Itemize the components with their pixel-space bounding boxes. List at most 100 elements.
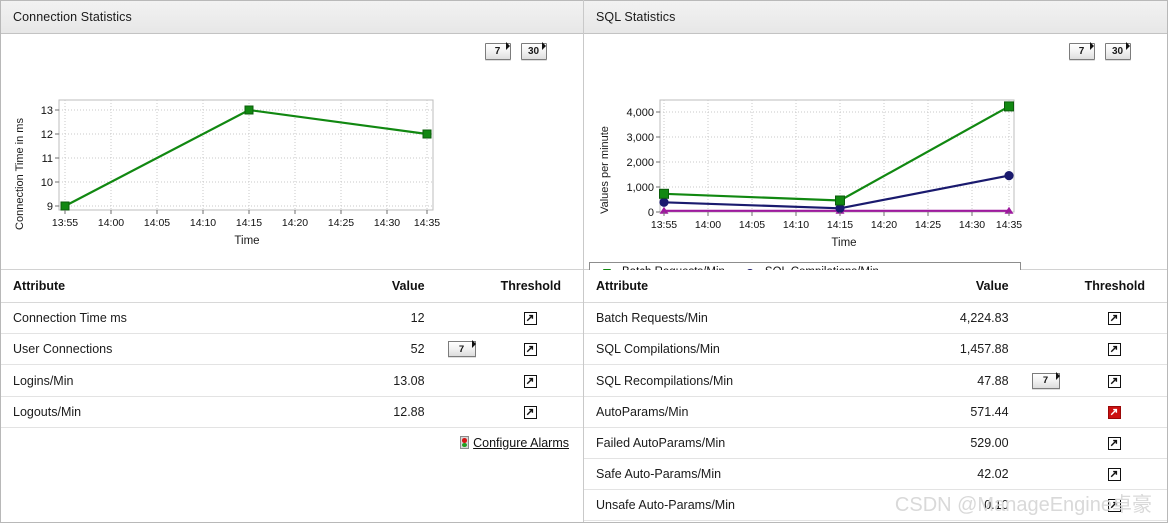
range-button-label: 7	[1079, 46, 1085, 57]
cell-attribute: Unsafe Auto-Params/Min	[584, 490, 897, 521]
range-button-7-days-connection[interactable]: 7	[485, 43, 511, 60]
header-threshold: Threshold	[1073, 270, 1167, 303]
panel-header-sql-statistics: SQL Statistics	[584, 0, 1167, 34]
cell-history-button	[435, 303, 489, 334]
x-tick-4: 14:15	[236, 217, 262, 229]
header-attribute: Attribute	[584, 270, 897, 303]
traffic-light-icon	[460, 436, 469, 449]
header-value: Value	[303, 270, 434, 303]
cell-threshold	[1073, 303, 1167, 334]
cell-history-button	[1019, 490, 1073, 521]
cell-threshold	[489, 365, 583, 396]
threshold-arrow-icon[interactable]	[524, 406, 537, 419]
cell-history-button	[1019, 427, 1073, 458]
cell-history-button	[435, 365, 489, 396]
threshold-arrow-icon[interactable]	[1108, 343, 1121, 356]
configure-alarms-row: Configure Alarms	[1, 427, 583, 458]
configure-alarms-cell: Configure Alarms	[1, 427, 583, 458]
table-row: Connection Time ms 12	[1, 303, 583, 334]
cell-attribute: Logins/Min	[1, 365, 303, 396]
cell-threshold	[489, 334, 583, 365]
range-button-30-days-sql[interactable]: 30	[1105, 43, 1131, 60]
expand-corner-icon	[541, 41, 548, 49]
x-tick-5: 14:20	[871, 219, 897, 231]
expand-corner-icon	[1089, 41, 1096, 49]
expand-corner-icon	[505, 41, 512, 49]
panel-container: Connection Statistics 7 30 Connection Ti…	[0, 0, 1168, 523]
cell-attribute: Batch Requests/Min	[584, 303, 897, 334]
y-axis-label: Connection Time in ms	[14, 118, 26, 230]
header-button-spacer	[435, 270, 489, 303]
row-range-button-7-days[interactable]: 7	[1032, 373, 1060, 389]
panel-header-connection-statistics: Connection Statistics	[1, 0, 583, 34]
configure-alarms-link[interactable]: Configure Alarms	[473, 436, 569, 450]
range-button-label: 7	[495, 46, 501, 57]
threshold-arrow-icon[interactable]	[524, 375, 537, 388]
panel-title: SQL Statistics	[596, 10, 675, 24]
chart-sql-statistics: 7 30 Values per minute	[584, 34, 1167, 270]
x-tick-5: 14:20	[282, 217, 308, 229]
cell-threshold	[1073, 365, 1167, 396]
header-button-spacer	[1019, 270, 1073, 303]
cell-threshold	[1073, 427, 1167, 458]
cell-threshold	[1073, 334, 1167, 365]
cell-attribute: SQL Recompilations/Min	[584, 365, 897, 396]
cell-value: 571.44	[897, 396, 1019, 427]
x-tick-3: 14:10	[783, 219, 809, 231]
threshold-arrow-icon[interactable]	[1108, 499, 1121, 512]
cell-history-button	[1019, 459, 1073, 490]
table-connection-statistics-wrap: Attribute Value Threshold Connection Tim…	[1, 270, 583, 523]
cell-threshold	[489, 396, 583, 427]
panel-title: Connection Statistics	[13, 10, 132, 24]
cell-attribute: Failed AutoParams/Min	[584, 427, 897, 458]
table-row: Batch Requests/Min 4,224.83	[584, 303, 1167, 334]
cell-value: 42.02	[897, 459, 1019, 490]
x-tick-2: 14:05	[144, 217, 170, 229]
cell-attribute: SQL Compilations/Min	[584, 334, 897, 365]
y-tick-10: 10	[41, 177, 53, 189]
cell-history-button: 7	[1019, 365, 1073, 396]
range-buttons-connection: 7 30	[485, 43, 547, 60]
row-range-button-label: 7	[1043, 375, 1048, 386]
x-tick-1: 14:00	[695, 219, 721, 231]
cell-value: 529.00	[897, 427, 1019, 458]
x-tick-2: 14:05	[739, 219, 765, 231]
expand-corner-icon	[1125, 41, 1132, 49]
threshold-arrow-icon[interactable]	[524, 343, 537, 356]
x-axis-label: Time	[831, 237, 856, 249]
cell-value: 47.88	[897, 365, 1019, 396]
range-button-30-days-connection[interactable]: 30	[521, 43, 547, 60]
table-connection-statistics: Attribute Value Threshold Connection Tim…	[1, 270, 583, 458]
x-tick-7: 14:30	[959, 219, 985, 231]
range-button-7-days-sql[interactable]: 7	[1069, 43, 1095, 60]
threshold-arrow-icon[interactable]	[1108, 375, 1121, 388]
row-range-button-label: 7	[459, 344, 464, 355]
threshold-arrow-icon[interactable]	[1108, 312, 1121, 325]
threshold-arrow-icon[interactable]	[524, 312, 537, 325]
x-tick-8: 14:35	[996, 219, 1022, 231]
header-threshold: Threshold	[489, 270, 583, 303]
cell-value: 1,457.88	[897, 334, 1019, 365]
y-tick-3000: 3,000	[626, 132, 654, 144]
table-sql-statistics: Attribute Value Threshold Batch Requests…	[584, 270, 1167, 523]
x-tick-0: 13:55	[52, 217, 78, 229]
cell-value: 12	[303, 303, 434, 334]
cell-attribute: Safe Auto-Params/Min	[584, 459, 897, 490]
cell-history-button	[1019, 303, 1073, 334]
y-tick-11: 11	[42, 153, 53, 165]
cell-threshold	[489, 303, 583, 334]
threshold-arrow-icon[interactable]	[1108, 468, 1121, 481]
range-buttons-sql: 7 30	[1069, 43, 1131, 60]
threshold-arrow-icon[interactable]	[1108, 437, 1121, 450]
x-axis-label: Time	[234, 235, 259, 247]
y-tick-13: 13	[41, 105, 53, 117]
row-range-button-7-days[interactable]: 7	[448, 341, 476, 357]
x-tick-6: 14:25	[915, 219, 941, 231]
y-axis-label: Values per minute	[599, 126, 611, 214]
cell-value: 12.88	[303, 396, 434, 427]
threshold-alert-icon[interactable]	[1108, 406, 1121, 419]
range-button-label: 30	[1112, 46, 1123, 57]
cell-history-button: 7	[435, 334, 489, 365]
cell-threshold	[1073, 490, 1167, 521]
table-row: SQL Compilations/Min 1,457.88	[584, 334, 1167, 365]
